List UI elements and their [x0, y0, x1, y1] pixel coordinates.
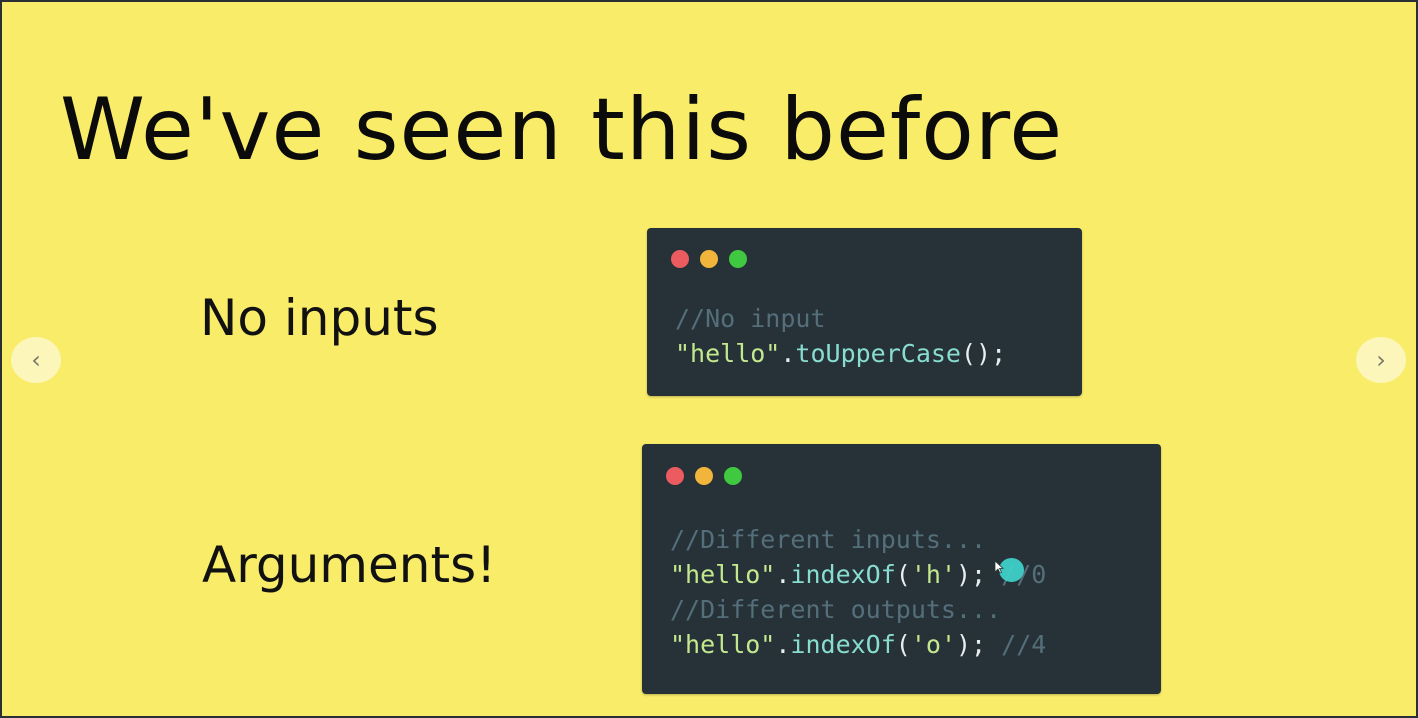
minimize-dot-icon: [695, 467, 713, 485]
code-token: toUpperCase: [795, 339, 961, 368]
code-token: 'o': [910, 630, 956, 659]
code-line: "hello".indexOf('h'); //0: [670, 560, 1046, 589]
slide-title: We've seen this before: [60, 80, 1064, 180]
close-dot-icon: [666, 467, 684, 485]
code-token: 'h': [910, 560, 956, 589]
code-line: "hello".indexOf('o'); //4: [670, 630, 1046, 659]
code-line: //No input: [675, 304, 826, 333]
code-token: "hello": [670, 630, 776, 659]
code-line: //Different outputs...: [670, 595, 1001, 624]
prev-slide-button[interactable]: ‹: [11, 337, 61, 383]
code-block: //Different inputs... "hello".indexOf('h…: [670, 522, 1046, 662]
window-controls: [666, 467, 753, 490]
mouse-pointer-icon: [994, 560, 1004, 574]
chevron-right-icon: ›: [1376, 346, 1386, 374]
label-arguments: Arguments!: [202, 536, 497, 594]
code-token: "hello": [670, 560, 776, 589]
code-token: .: [775, 630, 791, 659]
code-token: (: [895, 560, 911, 589]
code-line: "hello".toUpperCase();: [675, 339, 1006, 368]
minimize-dot-icon: [700, 250, 718, 268]
code-line: //Different inputs...: [670, 525, 986, 554]
maximize-dot-icon: [729, 250, 747, 268]
chevron-left-icon: ‹: [31, 346, 41, 374]
label-no-inputs: No inputs: [200, 289, 439, 347]
code-token: //No input: [675, 304, 826, 333]
code-token: .: [780, 339, 796, 368]
window-controls: [671, 250, 758, 273]
close-dot-icon: [671, 250, 689, 268]
code-token: //Different inputs...: [670, 525, 987, 554]
maximize-dot-icon: [724, 467, 742, 485]
code-token: ();: [961, 339, 1007, 368]
code-token: //Different outputs...: [670, 595, 1002, 624]
code-token: );: [956, 630, 1002, 659]
code-token: (: [895, 630, 911, 659]
code-token: .: [775, 560, 791, 589]
code-token: indexOf: [790, 560, 896, 589]
next-slide-button[interactable]: ›: [1356, 337, 1406, 383]
code-token: indexOf: [790, 630, 896, 659]
code-window-arguments: //Different inputs... "hello".indexOf('h…: [642, 444, 1161, 694]
code-token: //4: [1001, 630, 1047, 659]
code-block: //No input "hello".toUpperCase();: [675, 301, 1006, 371]
code-token: "hello": [675, 339, 781, 368]
slide: We've seen this before No inputs //No in…: [2, 2, 1416, 716]
code-window-no-inputs: //No input "hello".toUpperCase();: [647, 228, 1082, 396]
